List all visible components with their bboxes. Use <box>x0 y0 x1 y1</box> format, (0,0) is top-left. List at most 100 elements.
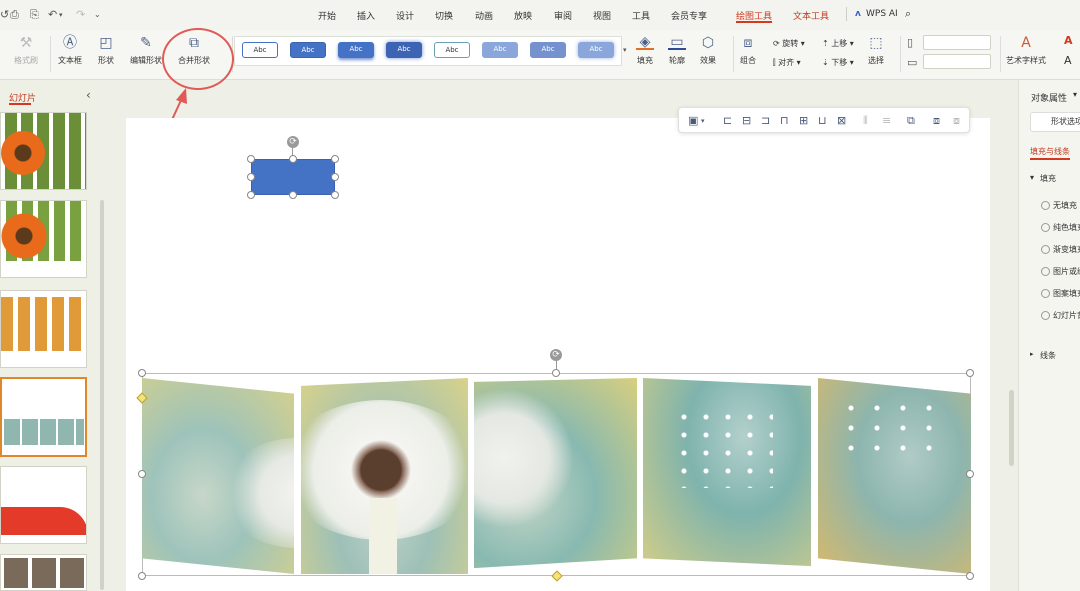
chevron-down-icon[interactable]: ▾ <box>701 117 705 125</box>
search-icon[interactable]: ⌕ <box>905 7 911 21</box>
distribute-vertical-icon[interactable]: ≡ <box>882 114 891 127</box>
resize-handle[interactable] <box>247 173 255 181</box>
distribute-horizontal-icon[interactable]: ⦀ <box>863 114 868 128</box>
height-field[interactable] <box>923 35 991 50</box>
style-sample-2[interactable]: Abc <box>290 42 326 58</box>
slide-background-fill-option[interactable]: 幻灯片背景填充 <box>1041 310 1080 321</box>
format-painter-button[interactable]: ⚒ 格式刷 <box>14 34 38 66</box>
tab-member[interactable]: 会员专享 <box>671 9 707 22</box>
no-fill-option[interactable]: 无填充 <box>1041 200 1077 211</box>
redo-history-icon[interactable]: ↺ <box>0 8 9 21</box>
picture-fill-option[interactable]: 图片或纹理填充 <box>1041 266 1080 277</box>
resize-handle[interactable] <box>138 470 146 478</box>
align-center-icon[interactable]: ⊟ <box>742 114 751 127</box>
shape-button[interactable]: ◰ 形状 <box>98 34 114 66</box>
select-button[interactable]: ⬚ 选择 <box>868 34 884 66</box>
fill-section-header[interactable]: 填充 <box>1040 173 1056 184</box>
resize-handle[interactable] <box>966 369 974 377</box>
slide-thumbnail-1[interactable] <box>0 112 87 190</box>
ungroup-icon[interactable]: ⧇ <box>953 114 960 128</box>
slide-thumbnail-2[interactable] <box>0 200 87 278</box>
chevron-left-icon[interactable]: ‹ <box>86 88 91 102</box>
tab-fill-and-line[interactable]: 填充与线条 <box>1030 146 1070 157</box>
width-field[interactable] <box>923 54 991 69</box>
combine-icon[interactable]: ⧈ <box>933 114 940 128</box>
align-top-icon[interactable]: ⊓ <box>780 114 789 127</box>
canvas-scrollbar[interactable] <box>1009 390 1014 466</box>
solid-fill-option[interactable]: 纯色填充 <box>1041 222 1080 233</box>
tab-transition[interactable]: 切换 <box>435 9 453 22</box>
tab-view[interactable]: 视图 <box>593 9 611 22</box>
font-color-icon[interactable]: A <box>1064 34 1073 47</box>
style-sample-6[interactable]: Abc <box>482 42 518 58</box>
crop-icon[interactable]: ▣ <box>688 114 698 127</box>
print-icon[interactable]: ⎙ <box>10 8 19 22</box>
resize-handle[interactable] <box>247 191 255 199</box>
textbox-button[interactable]: Ⓐ 文本框 <box>58 34 82 66</box>
art-text-style-button[interactable]: A 艺术字样式 <box>1006 34 1046 66</box>
tab-slideshow[interactable]: 放映 <box>514 9 532 22</box>
tab-design[interactable]: 设计 <box>396 9 414 22</box>
fill-button[interactable]: ◈ 填充 <box>636 34 654 66</box>
gallery-more-icon[interactable]: ▾ <box>623 46 627 54</box>
resize-handle[interactable] <box>966 572 974 580</box>
rotate-handle-icon[interactable]: ⟳ <box>287 136 299 148</box>
style-sample-1[interactable]: Abc <box>242 42 278 58</box>
tab-review[interactable]: 审阅 <box>554 9 572 22</box>
align-right-icon[interactable]: ⊐ <box>761 114 770 127</box>
resize-handle[interactable] <box>552 369 560 377</box>
dandelion-image-panel-3[interactable] <box>474 378 637 569</box>
slide-thumbnail-3[interactable] <box>0 290 87 368</box>
chevron-down-icon[interactable]: ⌄ <box>94 10 101 19</box>
resize-handle[interactable] <box>247 155 255 163</box>
distribute-icon[interactable]: ⊠ <box>837 114 846 127</box>
print-preview-icon[interactable]: ⎘ <box>30 8 39 22</box>
chevron-down-icon[interactable]: ▾ <box>1030 173 1034 182</box>
style-sample-7[interactable]: Abc <box>530 42 566 58</box>
send-backward-button[interactable]: ⇣ 下移 ▾ <box>822 57 854 68</box>
tab-shape-options[interactable]: 形状选项 <box>1030 112 1080 132</box>
slide-thumbnail-5[interactable] <box>0 466 87 544</box>
resize-handle[interactable] <box>289 155 297 163</box>
undo-dropdown-icon[interactable]: ▾ <box>59 11 63 19</box>
align-bottom-icon[interactable]: ⊔ <box>818 114 827 127</box>
redo-icon[interactable]: ↷ <box>76 8 85 21</box>
chevron-right-icon[interactable]: ▸ <box>1030 350 1034 358</box>
align-button[interactable]: ⫿ 对齐 ▾ <box>773 57 801 68</box>
style-sample-5[interactable]: Abc <box>434 42 470 58</box>
gradient-fill-option[interactable]: 渐变填充 <box>1041 244 1080 255</box>
dandelion-image-panel-4[interactable] <box>643 378 811 567</box>
resize-handle[interactable] <box>331 173 339 181</box>
dandelion-image-panel-2[interactable] <box>301 378 468 574</box>
align-middle-icon[interactable]: ⊞ <box>799 114 808 127</box>
group-button[interactable]: ⧈ 组合 <box>740 34 756 66</box>
edit-shape-button[interactable]: ✎ 编辑形状 <box>130 34 162 66</box>
outline-button[interactable]: ▭ 轮廓 <box>668 34 686 66</box>
style-sample-3[interactable]: Abc <box>338 42 374 58</box>
tab-text-tools[interactable]: 文本工具 <box>793 9 829 22</box>
rotate-handle-icon[interactable]: ⟳ <box>550 349 562 361</box>
tab-tools[interactable]: 工具 <box>632 9 650 22</box>
chevron-down-icon[interactable]: ▾ <box>1073 90 1077 99</box>
slide-thumbnail-6[interactable] <box>0 554 87 591</box>
align-left-icon[interactable]: ⊏ <box>723 114 732 127</box>
resize-handle[interactable] <box>966 470 974 478</box>
dandelion-image-panel-5[interactable] <box>818 378 971 574</box>
resize-handle[interactable] <box>138 572 146 580</box>
pattern-fill-option[interactable]: 图案填充 <box>1041 288 1080 299</box>
wps-ai-button[interactable]: WPS AI <box>866 9 898 19</box>
dandelion-image-panel-1[interactable] <box>142 378 294 574</box>
bring-forward-button[interactable]: ⇡ 上移 ▾ <box>822 38 854 49</box>
undo-icon[interactable]: ↶ <box>48 8 57 21</box>
style-sample-4[interactable]: Abc <box>386 42 422 58</box>
tab-home[interactable]: 开始 <box>318 9 336 22</box>
style-sample-8[interactable]: Abc <box>578 42 614 58</box>
tab-animation[interactable]: 动画 <box>475 9 493 22</box>
resize-handle[interactable] <box>289 191 297 199</box>
text-outline-icon[interactable]: A <box>1064 54 1072 67</box>
resize-handle[interactable] <box>331 191 339 199</box>
blue-rectangle-shape[interactable] <box>251 159 335 195</box>
wps-ai-icon[interactable]: ᴧ <box>855 9 861 19</box>
resize-handle[interactable] <box>331 155 339 163</box>
line-section-header[interactable]: 线条 <box>1040 350 1056 361</box>
